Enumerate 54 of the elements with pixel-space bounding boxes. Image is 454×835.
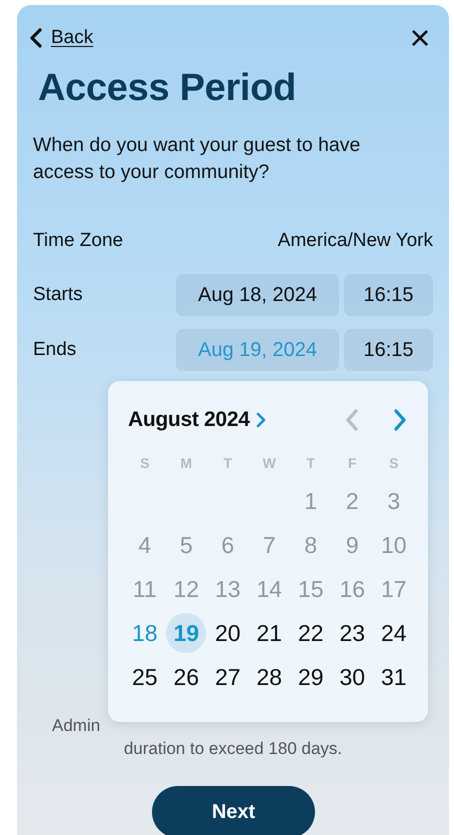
chevron-left-icon <box>29 28 43 48</box>
calendar-day[interactable]: 25 <box>124 657 165 697</box>
weekday-label: M <box>180 455 192 471</box>
calendar-day: 14 <box>249 569 290 609</box>
calendar-day: 5 <box>166 525 206 565</box>
calendar-day: 13 <box>208 569 248 609</box>
calendar-day: 15 <box>290 569 331 609</box>
calendar-day[interactable]: 20 <box>208 613 248 653</box>
calendar-day[interactable]: 21 <box>249 613 290 653</box>
calendar-day: 8 <box>290 525 331 565</box>
calendar-day: 12 <box>166 569 206 609</box>
weekday-label: W <box>262 455 276 471</box>
calendar-day[interactable]: 26 <box>166 657 206 697</box>
calendar-day[interactable]: 29 <box>290 657 331 697</box>
date-field[interactable]: Aug 18, 2024 <box>176 274 339 316</box>
calendar-day[interactable]: 24 <box>374 613 414 653</box>
weekday-label: T <box>306 455 316 471</box>
calendar-day[interactable]: 30 <box>332 657 372 697</box>
weekday-label: S <box>389 455 398 471</box>
weekday-label: F <box>348 455 357 471</box>
page-title: Access Period <box>38 67 298 110</box>
row-label: Starts <box>33 284 84 306</box>
calendar-day: 7 <box>249 525 290 565</box>
time-zone-value: America/New York <box>278 230 433 252</box>
note-text: duration to exceed 180 days. <box>124 738 342 760</box>
calendar-day: 6 <box>208 525 248 565</box>
calendar-day: 3 <box>374 481 414 521</box>
next-month-icon[interactable] <box>392 408 408 432</box>
time-field[interactable]: 16:15 <box>344 329 433 371</box>
calendar-day[interactable]: 23 <box>332 613 372 653</box>
row-label: Ends <box>33 339 78 361</box>
time-zone-label: Time Zone <box>33 230 124 252</box>
calendar-day: 11 <box>124 569 165 609</box>
calendar-day[interactable]: 22 <box>290 613 331 653</box>
calendar-day: 1 <box>290 481 331 521</box>
month-label[interactable]: August 2024 <box>128 408 250 432</box>
back-button[interactable]: Back <box>29 27 94 49</box>
time-field[interactable]: 16:15 <box>344 274 433 316</box>
chevron-right-icon[interactable] <box>256 412 266 428</box>
weekday-label: T <box>223 455 232 471</box>
next-button[interactable]: Next <box>152 786 315 835</box>
weekday-label: S <box>140 455 150 471</box>
calendar-day: 2 <box>332 481 372 521</box>
calendar-day: 10 <box>374 525 414 565</box>
calendar-day: 4 <box>124 525 165 565</box>
calendar-day[interactable]: 27 <box>208 657 248 697</box>
calendar-day: 17 <box>374 569 414 609</box>
question-text: When do you want your guest to have access to your community? <box>33 133 362 185</box>
calendar-day[interactable]: 28 <box>249 657 290 697</box>
calendar-day[interactable]: 31 <box>374 657 414 697</box>
calendar-day: 16 <box>332 569 372 609</box>
calendar-day: 9 <box>332 525 372 565</box>
close-button[interactable]: × <box>407 25 433 51</box>
note-text: Admin <box>52 716 100 735</box>
